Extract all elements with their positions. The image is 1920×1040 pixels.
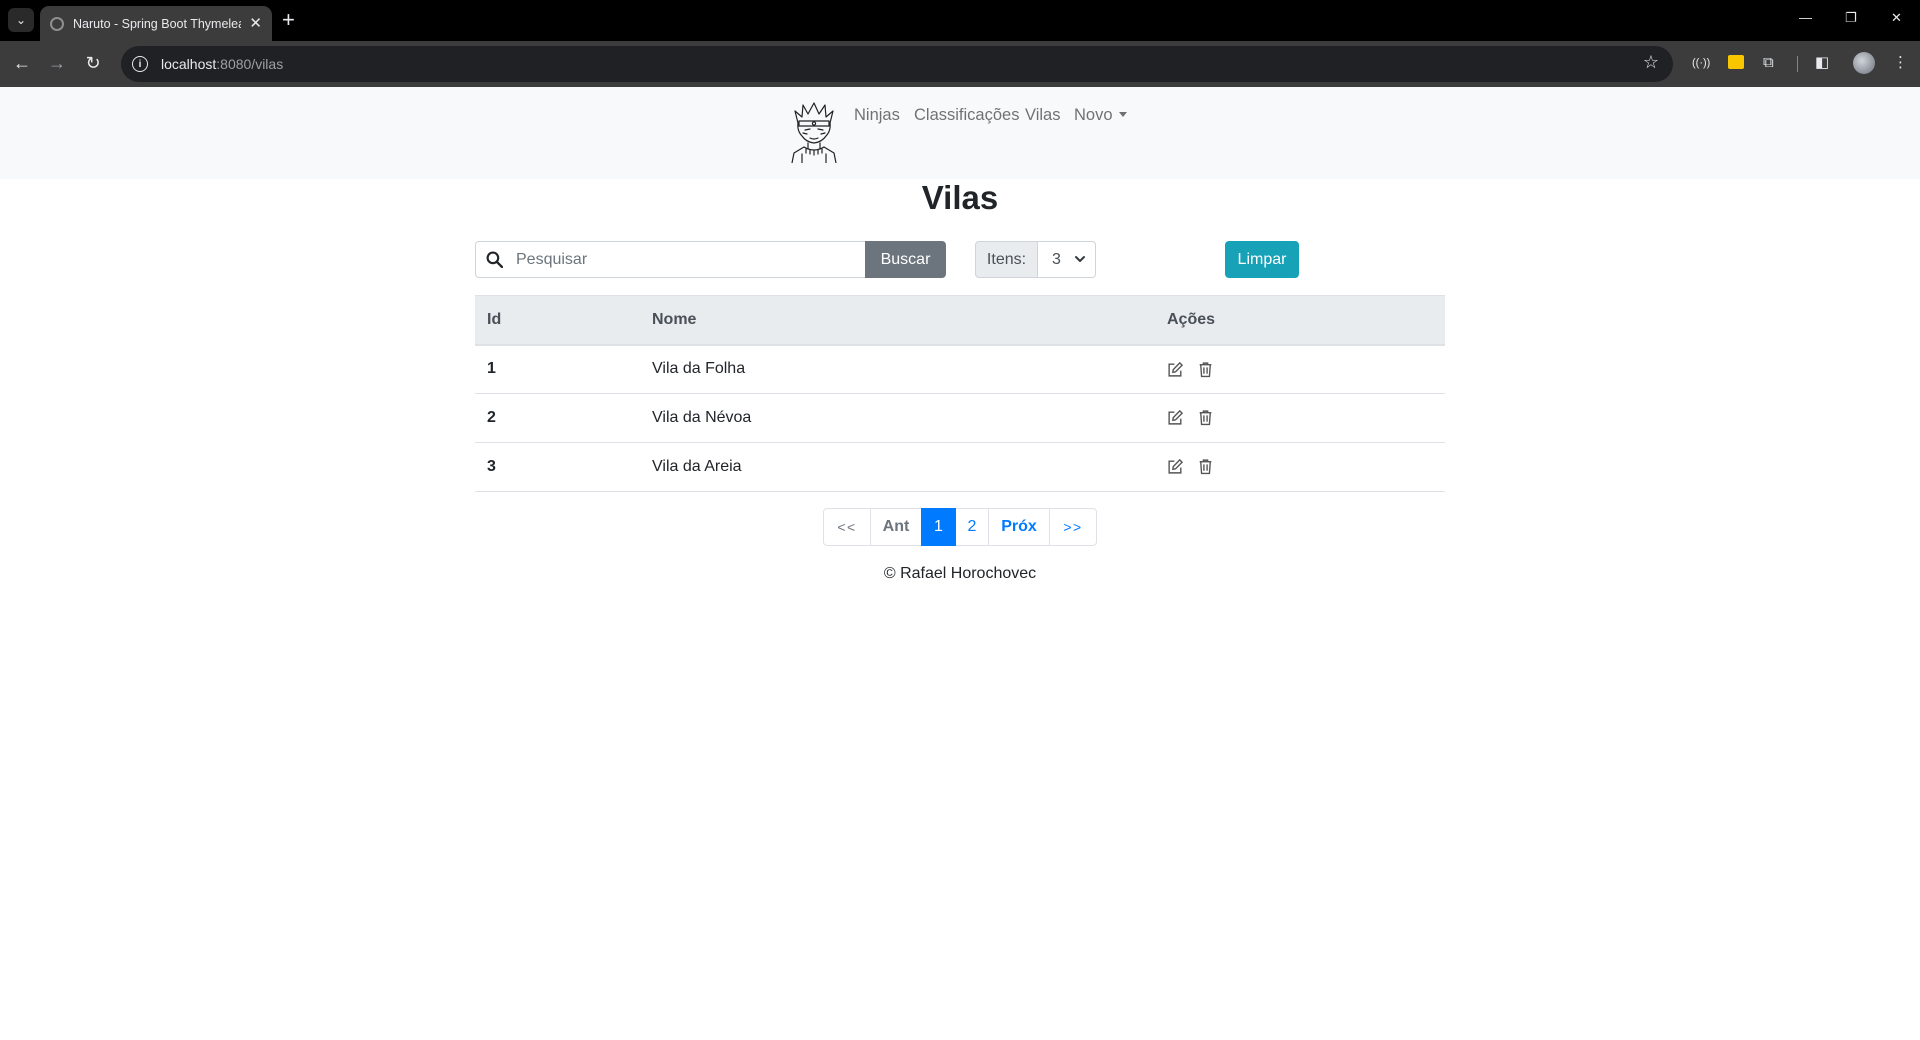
search-icon <box>486 251 503 268</box>
header-nome: Nome <box>640 295 1155 346</box>
items-per-page-label: Itens: <box>975 241 1038 278</box>
new-tab-button[interactable]: + <box>282 9 295 31</box>
reload-icon[interactable]: ↻ <box>82 53 104 73</box>
search-field <box>475 241 865 278</box>
forward-icon[interactable]: → <box>46 53 68 73</box>
globe-icon <box>50 16 64 31</box>
table-row: 2 Vila da Névoa <box>475 393 1445 443</box>
extensions-puzzle-icon[interactable]: ⧉ <box>1763 53 1774 73</box>
row-id: 3 <box>475 442 640 492</box>
url-host: localhost <box>161 56 217 72</box>
bookmark-star-icon[interactable]: ☆ <box>1643 52 1659 73</box>
table-header-row: Id Nome Ações <box>475 295 1445 346</box>
nav-dropdown-novo[interactable]: Novo <box>1074 106 1127 125</box>
row-nome: Vila da Areia <box>640 442 1155 492</box>
table-row: 3 Vila da Areia <box>475 442 1445 492</box>
nav-link-ninjas[interactable]: Ninjas <box>854 106 900 125</box>
header-id: Id <box>475 295 640 346</box>
page-prev-button[interactable]: Ant <box>870 508 922 546</box>
items-per-page-value: 3 <box>1052 250 1061 268</box>
items-per-page-select[interactable]: 3 <box>1038 241 1096 278</box>
pagination: << Ant 1 2 Próx >> <box>823 508 1097 546</box>
nav-link-vilas[interactable]: Vilas <box>1025 106 1060 125</box>
profile-avatar[interactable] <box>1853 52 1875 74</box>
close-window-icon[interactable]: ✕ <box>1891 10 1902 26</box>
url-path: :8080/vilas <box>216 56 284 72</box>
row-actions <box>1155 393 1445 443</box>
nav-link-classificacoes[interactable]: Classificações <box>914 106 1019 125</box>
page-last-button[interactable]: >> <box>1049 508 1097 546</box>
trash-icon[interactable] <box>1197 409 1214 426</box>
toolbar-divider <box>1797 56 1798 72</box>
menu-kebab-icon[interactable]: ⋮ <box>1893 53 1908 73</box>
address-bar[interactable]: i localhost:8080/vilas ☆ <box>121 46 1673 82</box>
page: Ninjas Classificações Vilas Novo Vilas B… <box>0 87 1920 1040</box>
site-info-icon[interactable]: i <box>132 56 148 72</box>
tab-title: Naruto - Spring Boot Thymeleaf <box>73 16 241 31</box>
browser-toolbar: ← → ↻ i localhost:8080/vilas ☆ ((·)) ⧉ ◧… <box>0 41 1920 87</box>
back-icon[interactable]: ← <box>11 53 33 73</box>
cast-icon[interactable]: ((·)) <box>1692 53 1710 73</box>
side-panel-icon[interactable]: ◧ <box>1815 53 1829 73</box>
browser-tab-bar: ⌄ Naruto - Spring Boot Thymeleaf ✕ + — ❐… <box>0 0 1920 41</box>
edit-icon[interactable] <box>1167 409 1184 426</box>
caret-down-icon <box>1118 112 1127 117</box>
footer-copyright: © Rafael Horochovec <box>883 565 1037 582</box>
chevron-down-icon <box>1075 256 1085 262</box>
navbar: Ninjas Classificações Vilas Novo <box>0 87 1920 179</box>
page-first-button[interactable]: << <box>823 508 871 546</box>
clear-button[interactable]: Limpar <box>1225 241 1299 278</box>
items-per-page-group: Itens: 3 <box>975 241 1096 278</box>
edit-icon[interactable] <box>1167 361 1184 378</box>
trash-icon[interactable] <box>1197 458 1214 475</box>
row-id: 2 <box>475 393 640 443</box>
row-id: 1 <box>475 344 640 394</box>
trash-icon[interactable] <box>1197 361 1214 378</box>
table-row: 1 Vila da Folha <box>475 344 1445 394</box>
search-input[interactable] <box>516 250 836 269</box>
row-nome: Vila da Folha <box>640 344 1155 394</box>
search-group: Buscar <box>475 241 946 278</box>
row-nome: Vila da Névoa <box>640 393 1155 443</box>
extension-icon[interactable] <box>1728 55 1744 69</box>
edit-icon[interactable] <box>1167 458 1184 475</box>
page-next-button[interactable]: Próx <box>988 508 1050 546</box>
browser-tab[interactable]: Naruto - Spring Boot Thymeleaf ✕ <box>40 6 272 41</box>
page-2-button[interactable]: 2 <box>955 508 989 546</box>
naruto-logo-icon[interactable] <box>788 101 840 163</box>
tab-search-icon[interactable]: ⌄ <box>8 8 34 32</box>
row-actions <box>1155 442 1445 492</box>
search-button[interactable]: Buscar <box>865 241 946 278</box>
url-text: localhost:8080/vilas <box>161 56 283 72</box>
header-acoes: Ações <box>1155 295 1445 346</box>
vilas-table: Id Nome Ações 1 Vila da Folha 2 Vila da … <box>475 295 1445 492</box>
close-tab-icon[interactable]: ✕ <box>249 16 262 31</box>
page-1-button[interactable]: 1 <box>921 508 956 546</box>
row-actions <box>1155 344 1445 394</box>
minimize-icon[interactable]: — <box>1799 10 1812 25</box>
nav-dropdown-label: Novo <box>1074 106 1113 124</box>
page-title: Vilas <box>921 179 999 216</box>
restore-icon[interactable]: ❐ <box>1845 10 1857 26</box>
